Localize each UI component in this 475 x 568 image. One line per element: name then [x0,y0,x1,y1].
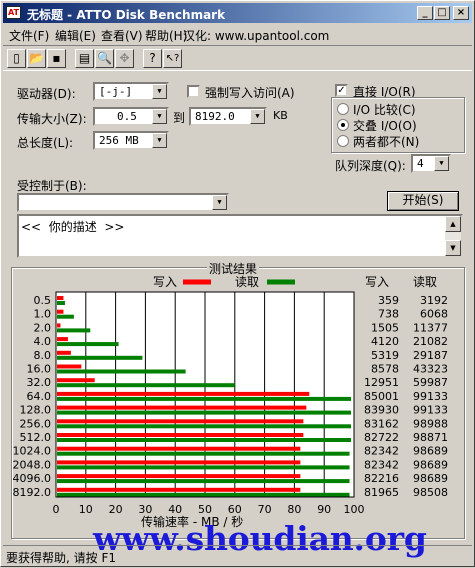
write-bar [57,323,61,328]
write-value: 81965 [364,486,399,499]
read-value: 98508 [413,486,448,499]
write-value: 5319 [371,349,399,362]
read-bar [57,396,352,401]
legend-read-label: 读取 [235,275,259,289]
read-bar [57,438,352,442]
write-bar [57,364,82,369]
read-bar [57,301,65,305]
read-bar [57,369,186,374]
read-bar [57,451,350,456]
read-bar [57,355,143,360]
read-value: 43323 [413,363,448,376]
write-bar [57,433,304,437]
write-bar [57,405,307,410]
write-value: 82342 [364,445,399,458]
read-bar [57,479,350,484]
x-tick-label: 80 [287,503,301,516]
read-bar [57,492,350,497]
write-value: 4120 [371,335,399,348]
write-bar [57,474,301,479]
read-value: 98689 [413,458,448,471]
read-value: 98871 [413,431,448,444]
results-chart: 0.51.02.04.08.016.032.064.0128.0256.0512… [13,275,449,529]
y-tick-label: 32.0 [27,376,52,389]
read-bar [57,342,119,347]
y-tick-label: 0.5 [34,294,52,307]
status-text: 要获得帮助, 请按 F1 [6,551,116,565]
write-value: 82216 [364,472,399,485]
read-value: 98988 [413,417,448,430]
read-value: 29187 [413,349,448,362]
write-bar [57,309,64,314]
read-value: 98689 [413,445,448,458]
write-bar [57,391,310,396]
write-value: 85001 [364,390,399,403]
write-bar [57,460,301,465]
write-value: 83930 [364,404,399,417]
y-tick-label: 128.0 [20,404,52,417]
x-tick-label: 100 [344,503,365,516]
write-value: 82722 [364,431,399,444]
x-tick-label: 10 [79,503,93,516]
y-tick-label: 2048.0 [13,458,52,471]
read-bar [57,465,350,470]
status-bar: 要获得帮助, 请按 F1 [3,545,472,565]
read-bar [57,410,352,415]
read-value: 21082 [413,335,448,348]
read-bar [57,328,91,333]
legend-write-label: 写入 [153,275,177,289]
write-value: 1505 [371,321,399,334]
y-tick-label: 64.0 [27,390,52,403]
y-tick-label: 512.0 [20,431,52,444]
app-window: AT 无标题 - ATTO Disk Benchmark _ □ × 文件(F)… [0,0,475,567]
read-value: 99133 [413,390,448,403]
write-bar [57,337,68,342]
write-value: 359 [378,294,399,307]
write-bar [57,446,301,451]
write-value: 83162 [364,417,399,430]
write-value: 12951 [364,376,399,389]
x-tick-label: 20 [109,503,123,516]
x-tick-label: 70 [258,503,272,516]
read-bar [57,383,235,388]
write-bar [57,378,95,383]
read-value: 11377 [413,321,448,334]
y-tick-label: 1024.0 [13,445,52,458]
read-bar [57,424,352,429]
write-value: 8578 [371,363,399,376]
y-tick-label: 4.0 [34,335,52,348]
y-tick-label: 256.0 [20,417,52,430]
write-value: 738 [378,308,399,321]
write-bar [57,350,71,355]
read-column-header: 读取 [413,275,437,289]
y-tick-label: 2.0 [34,321,52,334]
read-value: 99133 [413,404,448,417]
read-value: 98689 [413,472,448,485]
x-tick-label: 90 [317,503,331,516]
read-value: 3192 [420,294,448,307]
y-tick-label: 16.0 [27,363,52,376]
x-tick-label: 0 [53,503,60,516]
y-tick-label: 8.0 [34,349,52,362]
write-bar [57,419,304,424]
y-tick-label: 1.0 [34,308,52,321]
y-tick-label: 8192.0 [13,486,52,499]
write-value: 82342 [364,458,399,471]
y-tick-label: 4096.0 [13,472,52,485]
write-bar [57,296,64,300]
read-value: 6068 [420,308,448,321]
read-value: 59987 [413,376,448,389]
read-bar [57,314,74,319]
write-bar [57,487,301,492]
write-column-header: 写入 [365,275,389,289]
